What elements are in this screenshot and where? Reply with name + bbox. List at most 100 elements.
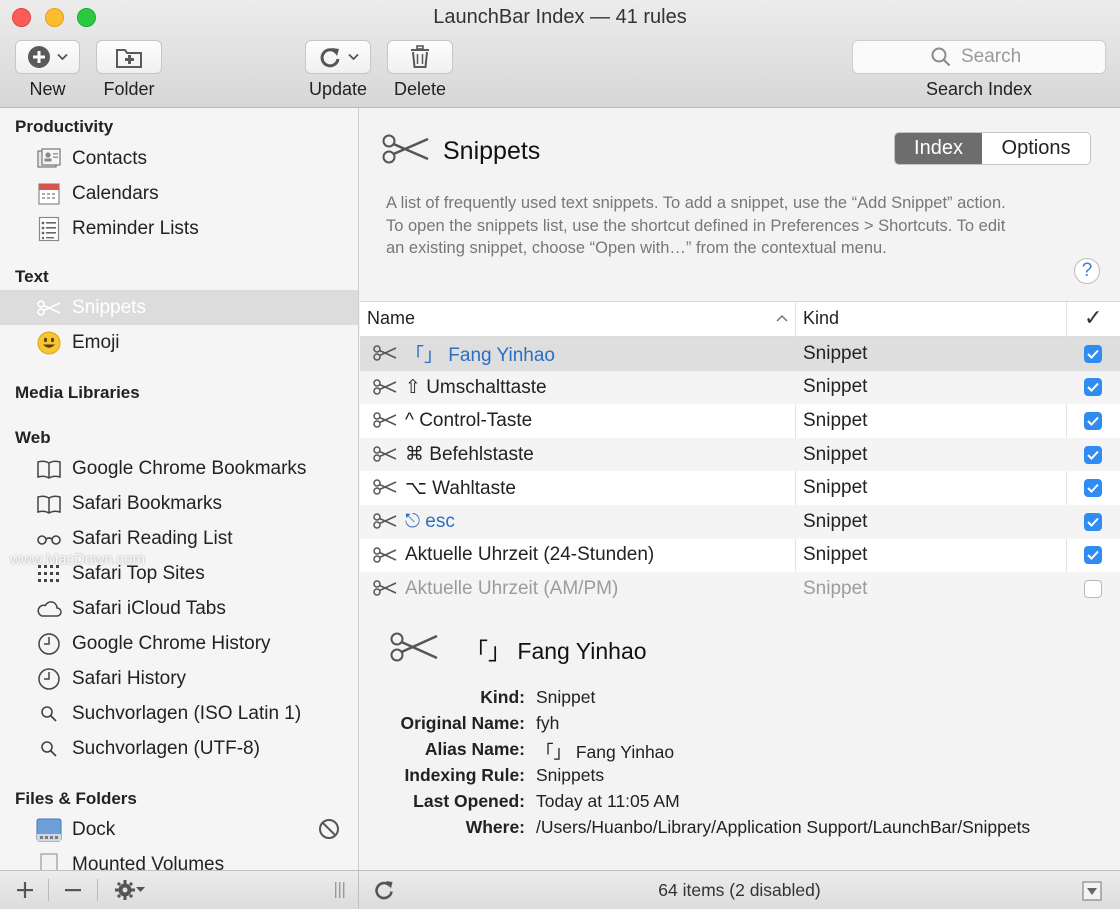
items-table: Name Kind ✓ 「」 Fang Yinhao Snippet ⇧ Umsch… bbox=[360, 301, 1120, 606]
section-productivity: Productivity bbox=[15, 117, 114, 136]
search-field[interactable] bbox=[852, 40, 1106, 74]
row-enabled-checkbox[interactable] bbox=[1084, 479, 1102, 498]
refresh-icon bbox=[320, 48, 339, 68]
table-row[interactable]: ⇧ Umschalttaste Snippet bbox=[360, 370, 1120, 405]
tab-index[interactable]: Index bbox=[895, 133, 982, 164]
sidebar-item-label: Google Chrome Bookmarks bbox=[72, 457, 307, 479]
sidebar-item-dock[interactable]: Dock bbox=[0, 812, 358, 847]
detail-where-row: Where: /Users/Huanbo/Library/Application … bbox=[359, 817, 1120, 843]
row-kind: Snippet bbox=[803, 342, 868, 364]
row-enabled-checkbox[interactable] bbox=[1084, 378, 1102, 397]
detail-original-value: fyh bbox=[536, 713, 560, 733]
column-kind-header[interactable]: Kind bbox=[803, 308, 839, 329]
detail-where-value: /Users/Huanbo/Library/Application Suppor… bbox=[536, 817, 1031, 837]
search-input[interactable] bbox=[959, 45, 1027, 69]
detail-alias-label: Alias Name: bbox=[424, 739, 525, 759]
sidebar-item-mounted-volumes[interactable]: Mounted Volumes bbox=[0, 847, 358, 870]
table-row[interactable]: Aktuelle Uhrzeit (AM/PM) Snippet bbox=[360, 572, 1120, 606]
disabled-icon[interactable] bbox=[318, 818, 340, 846]
row-name: ⌘ Befehlstaste bbox=[405, 444, 534, 466]
sidebar-item-snippets[interactable]: Snippets bbox=[0, 290, 358, 325]
help-button[interactable]: ? bbox=[1074, 258, 1100, 284]
minus-icon bbox=[65, 889, 81, 892]
row-enabled-checkbox[interactable] bbox=[1084, 546, 1102, 565]
row-kind: Snippet bbox=[803, 409, 868, 431]
detail-rule-label: Indexing Rule: bbox=[404, 765, 525, 785]
watermark: www.MacDown.com bbox=[10, 551, 146, 568]
sidebar-item-suchvorlagen-utf8[interactable]: Suchvorlagen (UTF-8) bbox=[0, 731, 358, 766]
collapse-detail-button[interactable] bbox=[1082, 881, 1102, 906]
delete-button[interactable] bbox=[387, 40, 453, 74]
row-kind: Snippet bbox=[803, 376, 868, 398]
scissors-icon bbox=[372, 410, 398, 436]
table-row[interactable]: ⎋ esc Snippet bbox=[360, 505, 1120, 539]
section-text: Text bbox=[15, 267, 49, 286]
row-kind: Snippet bbox=[803, 477, 868, 499]
section-media-libraries: Media Libraries bbox=[15, 383, 140, 402]
table-row[interactable]: ⌥ Wahltaste Snippet bbox=[360, 471, 1120, 505]
detail-alias-value: 「」 Fang Yinhao bbox=[536, 742, 675, 762]
row-name: ⌥ Wahltaste bbox=[405, 477, 516, 499]
table-row[interactable]: 「」 Fang Yinhao Snippet bbox=[360, 337, 1120, 371]
triangle-down-icon bbox=[1082, 881, 1102, 901]
detail-title: 「」 Fang Yinhao bbox=[465, 638, 647, 664]
row-name: ⇧ Umschalttaste bbox=[405, 376, 547, 398]
sidebar-item-suchvorlagen-latin[interactable]: Suchvorlagen (ISO Latin 1) bbox=[0, 696, 358, 731]
column-name-header[interactable]: Name bbox=[367, 308, 415, 329]
table-row[interactable]: ^ Control-Taste Snippet bbox=[360, 404, 1120, 438]
sidebar-item-label: Emoji bbox=[72, 331, 120, 353]
sidebar-item-label: Safari History bbox=[72, 667, 187, 689]
row-kind: Snippet bbox=[803, 443, 868, 465]
sidebar-item-chrome-bookmarks[interactable]: Google Chrome Bookmarks bbox=[0, 451, 358, 486]
glasses-icon bbox=[36, 526, 62, 552]
status-bar: 64 items (2 disabled) bbox=[359, 870, 1120, 909]
section-web: Web bbox=[15, 428, 51, 447]
sidebar-item-emoji[interactable]: Emoji bbox=[0, 325, 358, 360]
resize-handle[interactable] bbox=[332, 876, 348, 904]
row-enabled-checkbox[interactable] bbox=[1084, 445, 1102, 464]
remove-rule-button[interactable] bbox=[60, 876, 86, 904]
table-row[interactable]: Aktuelle Uhrzeit (24-Stunden) Snippet bbox=[360, 539, 1120, 573]
new-button[interactable] bbox=[15, 40, 80, 74]
tab-options[interactable]: Options bbox=[982, 133, 1090, 164]
chevron-down-icon bbox=[57, 53, 68, 61]
sidebar-item-safari-history[interactable]: Safari History bbox=[0, 661, 358, 696]
update-button[interactable] bbox=[305, 40, 371, 74]
sidebar-item-calendars[interactable]: Calendars bbox=[0, 176, 358, 211]
sidebar-item-label: Google Chrome History bbox=[72, 632, 271, 654]
row-enabled-checkbox[interactable] bbox=[1084, 411, 1102, 430]
sidebar-item-safari-icloud-tabs[interactable]: Safari iCloud Tabs bbox=[0, 591, 358, 626]
action-menu-button[interactable] bbox=[108, 876, 150, 904]
sidebar-item-reminders[interactable]: Reminder Lists bbox=[0, 211, 358, 246]
row-enabled-checkbox[interactable] bbox=[1084, 344, 1102, 363]
emoji-icon bbox=[36, 330, 62, 356]
sidebar-item-label: Suchvorlagen (UTF-8) bbox=[72, 737, 260, 759]
clock-icon bbox=[36, 631, 62, 657]
sort-ascending-icon bbox=[776, 314, 788, 322]
gear-icon bbox=[114, 880, 135, 900]
folder-label: Folder bbox=[103, 79, 155, 99]
resize-grip-icon bbox=[335, 882, 345, 898]
detail-opened-value: Today at 11:05 AM bbox=[536, 791, 680, 811]
magnifier-icon bbox=[36, 736, 62, 762]
table-row[interactable]: ⌘ Befehlstaste Snippet bbox=[360, 437, 1120, 472]
row-enabled-checkbox[interactable] bbox=[1084, 512, 1102, 531]
chevron-down-icon bbox=[347, 53, 359, 61]
column-enabled-header[interactable]: ✓ bbox=[1084, 305, 1102, 331]
folder-button[interactable] bbox=[96, 40, 162, 74]
cloud-icon bbox=[36, 596, 62, 622]
table-header: Name Kind ✓ bbox=[360, 302, 1120, 337]
add-rule-button[interactable] bbox=[12, 876, 38, 904]
scissors-icon bbox=[36, 295, 62, 321]
row-enabled-checkbox[interactable] bbox=[1084, 579, 1102, 598]
calendar-icon bbox=[36, 181, 62, 207]
book-icon bbox=[36, 491, 62, 517]
detail-alias-row: Alias Name: 「」 Fang Yinhao bbox=[359, 739, 1120, 765]
page-title: Snippets bbox=[443, 137, 541, 165]
sidebar-item-chrome-history[interactable]: Google Chrome History bbox=[0, 626, 358, 661]
sidebar-item-safari-bookmarks[interactable]: Safari Bookmarks bbox=[0, 486, 358, 521]
scissors-icon bbox=[381, 132, 431, 171]
sidebar-item-label: Suchvorlagen (ISO Latin 1) bbox=[72, 702, 302, 724]
sidebar-item-contacts[interactable]: Contacts bbox=[0, 141, 358, 176]
scissors-icon bbox=[372, 477, 398, 503]
